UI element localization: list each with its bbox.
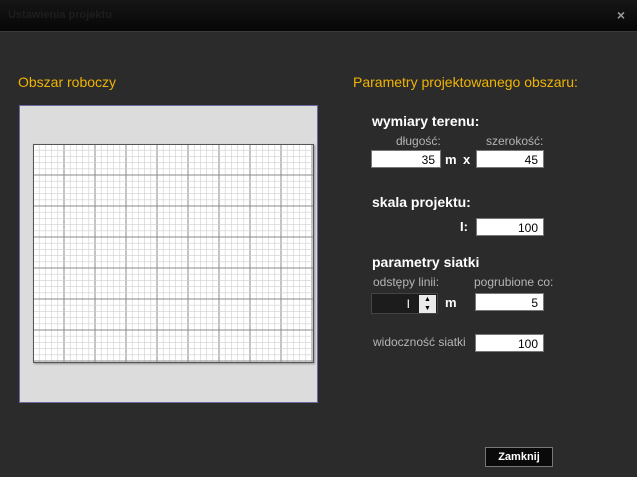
scale-prefix: I:: [460, 219, 468, 234]
length-input[interactable]: 35: [371, 150, 441, 168]
scale-title: skala projektu:: [372, 194, 471, 210]
grid-visibility-input[interactable]: 100: [475, 334, 544, 352]
workspace-preview: [19, 105, 318, 403]
grid-canvas: [33, 144, 314, 363]
scale-input[interactable]: 100: [476, 218, 544, 236]
terrain-title: wymiary terenu:: [372, 113, 480, 129]
grid-preview: [33, 144, 314, 363]
chevron-up-icon[interactable]: ▲: [419, 295, 436, 304]
width-label: szerokość:: [486, 134, 544, 148]
length-label: długość:: [396, 134, 441, 148]
spacing-value: I: [406, 297, 410, 311]
window-titlebar: Ustawienia projektu ×: [0, 0, 637, 32]
close-icon[interactable]: ×: [617, 7, 625, 23]
chevron-down-icon[interactable]: ▼: [419, 304, 436, 313]
times-sign: x: [463, 152, 471, 167]
width-input[interactable]: 45: [476, 150, 544, 168]
window-title: Ustawienia projektu: [8, 9, 112, 21]
spacing-unit: m: [445, 295, 457, 310]
length-unit: m: [445, 152, 457, 167]
grid-visibility-label: widoczność siatki: [373, 335, 466, 349]
bold-every-label: pogrubione co:: [474, 275, 554, 289]
spacing-stepper[interactable]: I ▲ ▼: [371, 293, 438, 314]
bold-every-input[interactable]: 5: [475, 293, 544, 311]
grid-title: parametry siatki: [372, 254, 480, 270]
close-button[interactable]: Zamknij: [485, 447, 553, 467]
workspace-heading: Obszar roboczy: [18, 74, 117, 90]
spacing-label: odstępy linii:: [373, 275, 440, 289]
parameters-heading: Parametry projektowanego obszaru:: [353, 74, 578, 90]
